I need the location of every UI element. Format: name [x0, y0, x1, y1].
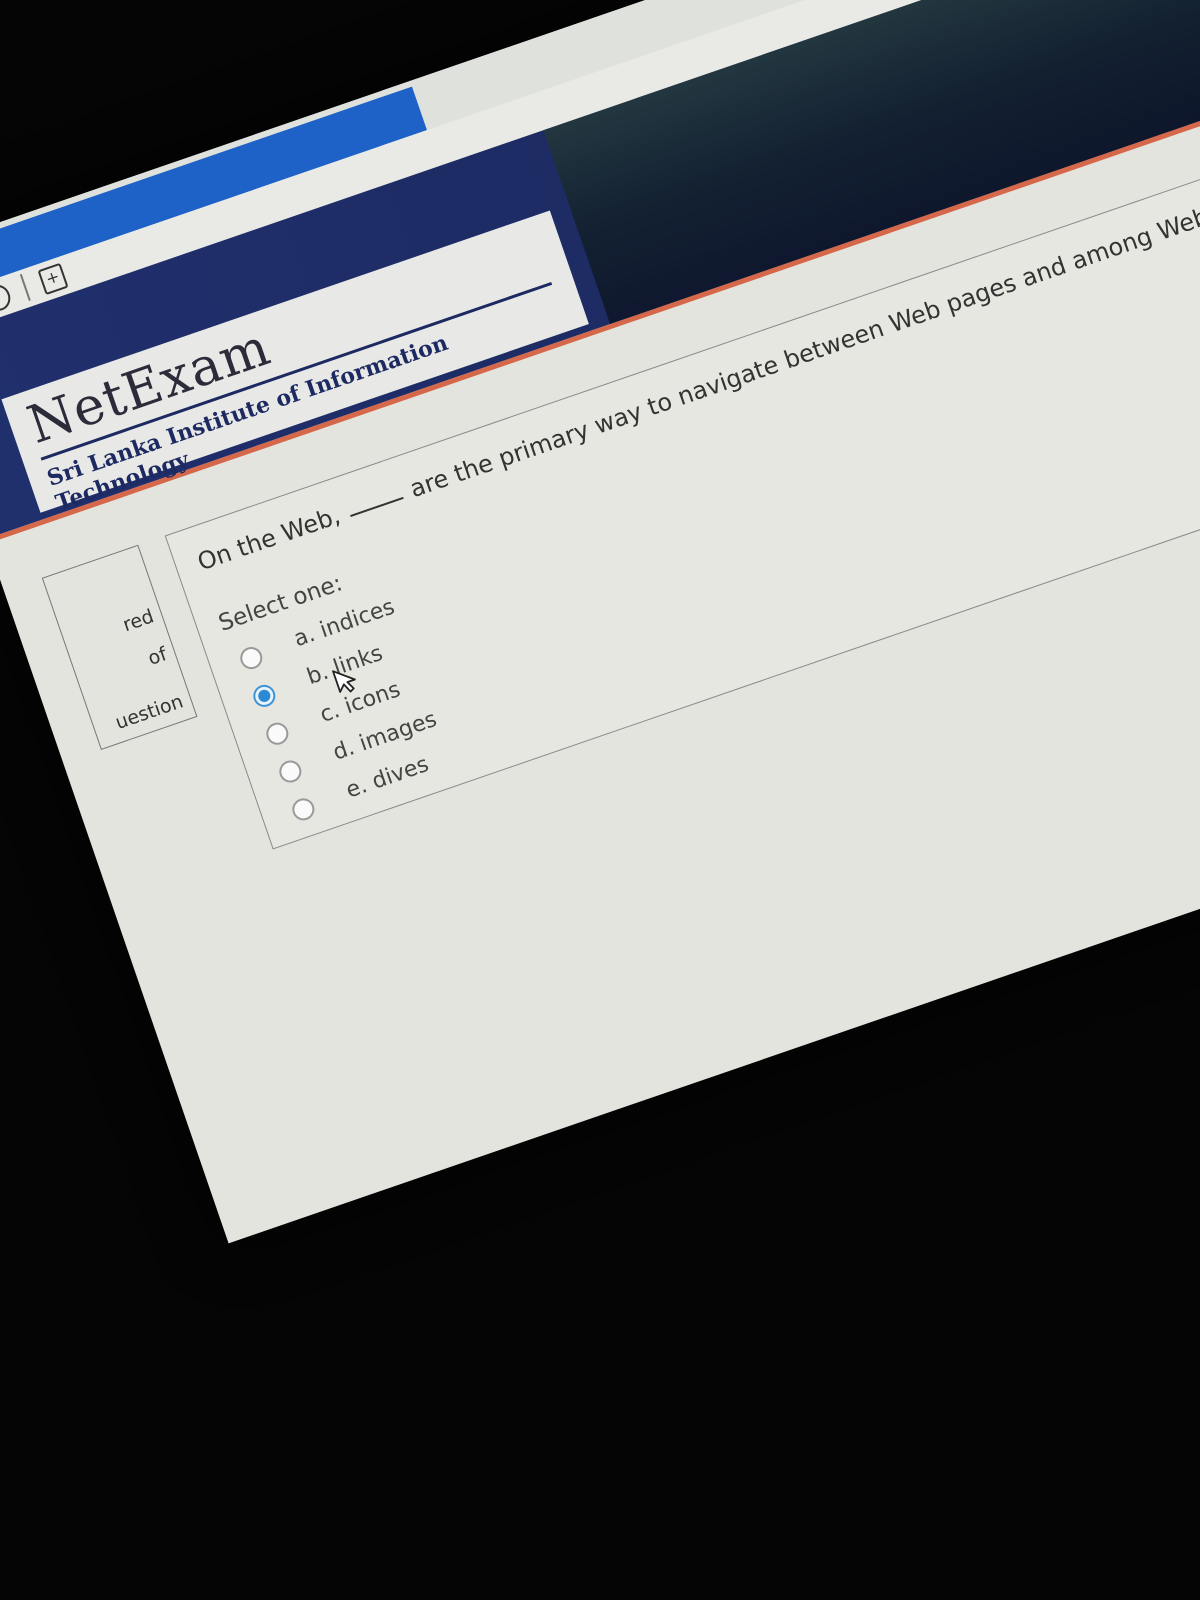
question-text-before: On the Web,	[193, 501, 344, 577]
radio-button[interactable]	[289, 795, 318, 824]
question-info-panel: red of uestion	[41, 544, 198, 750]
radio-button-selected[interactable]	[250, 681, 279, 710]
monitor-screen: + NetExam Sri Lanka Institute of Informa…	[0, 0, 1200, 1244]
radio-button[interactable]	[263, 719, 292, 748]
option-b[interactable]: b. links	[249, 641, 386, 713]
option-d[interactable]: d. images	[275, 707, 440, 789]
radio-button[interactable]	[237, 644, 266, 673]
option-a[interactable]: a. indices	[236, 594, 398, 675]
info-status: red	[120, 605, 157, 637]
option-label: e. dives	[342, 751, 433, 804]
question-blank	[349, 496, 404, 518]
photo-frame: + NetExam Sri Lanka Institute of Informa…	[0, 0, 1200, 1600]
info-marks: of	[145, 643, 170, 670]
option-e[interactable]: e. dives	[288, 752, 432, 827]
flag-question-link[interactable]: uestion	[113, 690, 186, 734]
radio-button[interactable]	[276, 757, 305, 786]
option-c[interactable]: c. icons	[262, 677, 404, 751]
